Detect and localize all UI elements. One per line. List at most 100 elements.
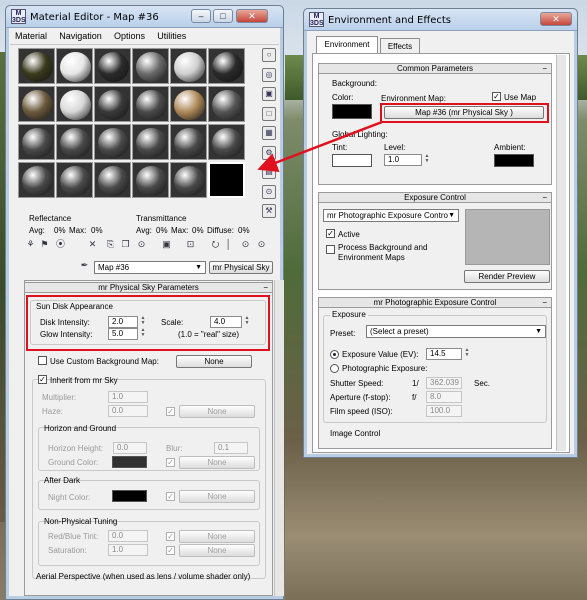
toolbar-icon[interactable]: ⊙ — [135, 238, 148, 251]
sample-slot[interactable] — [94, 48, 131, 84]
menu-navigation[interactable]: Navigation — [54, 29, 107, 43]
active-checkbox[interactable]: ✓ — [326, 229, 335, 238]
exposure-value-spinner[interactable]: ▲ ▼ — [464, 348, 470, 360]
tab-effects[interactable]: Effects — [380, 38, 420, 54]
inherit-checkbox[interactable]: ✓ — [38, 375, 47, 384]
ambient-swatch[interactable] — [494, 154, 534, 167]
sample-slot[interactable] — [18, 86, 55, 122]
toolbar-icon[interactable]: ⭮ — [209, 238, 222, 251]
tint-map-checkbox[interactable]: ✓ — [166, 532, 175, 541]
exposure-type-dropdown[interactable]: mr Photographic Exposure Contro ▼ — [323, 209, 459, 222]
sample-slot[interactable] — [208, 124, 245, 160]
background-color-swatch[interactable] — [332, 104, 372, 119]
side-tool-icon[interactable]: ▤ — [262, 165, 276, 179]
horizon-height-field[interactable]: 0.0 — [113, 442, 147, 454]
mr-exposure-header[interactable]: mr Photographic Exposure Control − — [318, 297, 552, 308]
toolbar-icon[interactable]: ⦿ — [54, 238, 67, 251]
env-titlebar[interactable]: M 3DS Environment and Effects ✕ — [304, 9, 577, 31]
haze-field[interactable]: 0.0 — [108, 405, 148, 417]
sample-slot[interactable] — [208, 86, 245, 122]
map-name-dropdown[interactable]: Map #36 ▼ — [94, 261, 206, 274]
rollout-header[interactable]: mr Physical Sky Parameters − — [24, 282, 273, 293]
sample-slot[interactable] — [132, 86, 169, 122]
side-tool-icon[interactable]: ◎ — [262, 67, 276, 82]
side-tool-icon[interactable]: □ — [262, 106, 276, 121]
map-type-button[interactable]: mr Physical Sky — [209, 261, 273, 274]
menu-utilities[interactable]: Utilities — [152, 29, 191, 43]
menu-options[interactable]: Options — [109, 29, 150, 43]
toolbar-icon[interactable]: ⊙ — [239, 238, 252, 251]
toolbar-icon[interactable]: ▣ — [160, 238, 173, 251]
saturation-map-button[interactable]: None — [179, 544, 255, 557]
toolbar-icon[interactable]: ⊡ — [184, 238, 197, 251]
material-editor-titlebar[interactable]: M 3DS Material Editor - Map #36 – □ ✕ — [6, 6, 283, 28]
custom-bg-map-button[interactable]: None — [176, 355, 252, 368]
shutter-speed-field[interactable]: 362.039 — [426, 377, 462, 389]
multiplier-field[interactable]: 1.0 — [108, 391, 148, 403]
menu-material[interactable]: Material — [10, 29, 52, 43]
tint-swatch[interactable] — [332, 154, 372, 167]
preset-dropdown[interactable]: (Select a preset) ▼ — [366, 325, 546, 338]
sample-slot[interactable] — [170, 162, 207, 198]
minimize-button[interactable]: – — [191, 9, 211, 23]
sample-slot[interactable] — [94, 124, 131, 160]
haze-map-checkbox[interactable]: ✓ — [166, 407, 175, 416]
level-field[interactable]: 1.0 — [384, 154, 422, 166]
ground-map-button[interactable]: None — [179, 456, 255, 469]
eyedropper-icon[interactable]: ✒ — [78, 259, 91, 272]
sample-slot[interactable] — [132, 124, 169, 160]
tint-map-button[interactable]: None — [179, 530, 255, 543]
sample-slot[interactable] — [94, 162, 131, 198]
ground-map-checkbox[interactable]: ✓ — [166, 458, 175, 467]
toolbar-icon[interactable]: │ — [222, 238, 235, 251]
common-params-header[interactable]: Common Parameters − — [318, 63, 552, 74]
red-blue-tint-field[interactable]: 0.0 — [108, 530, 148, 542]
sample-slot[interactable] — [56, 48, 93, 84]
toolbar-icon[interactable]: ✕ — [86, 238, 99, 251]
side-tool-icon[interactable]: ○ — [262, 48, 276, 62]
side-tool-icon[interactable]: ▦ — [262, 126, 276, 140]
haze-map-button[interactable]: None — [179, 405, 255, 418]
blur-field[interactable]: 0.1 — [214, 442, 248, 454]
rollout-scrollbar[interactable] — [274, 280, 284, 596]
sample-slot[interactable] — [18, 48, 55, 84]
toolbar-icon[interactable]: ⊙ — [255, 238, 268, 251]
render-preview-button[interactable]: Render Preview — [464, 270, 550, 283]
sample-slot[interactable] — [208, 48, 245, 84]
exposure-value-field[interactable]: 14.5 — [426, 348, 462, 360]
side-tool-icon[interactable]: ⚙ — [262, 145, 276, 160]
sample-slot[interactable] — [56, 86, 93, 122]
sample-slot[interactable] — [132, 48, 169, 84]
sample-slot[interactable] — [56, 124, 93, 160]
maximize-button[interactable]: □ — [213, 9, 233, 23]
side-tool-icon[interactable]: ⊙ — [262, 184, 276, 199]
level-spinner[interactable]: ▲ ▼ — [424, 154, 430, 166]
close-button[interactable]: ✕ — [236, 9, 268, 23]
sample-slot[interactable] — [18, 124, 55, 160]
env-scrollbar[interactable] — [556, 55, 566, 451]
night-map-checkbox[interactable]: ✓ — [166, 492, 175, 501]
photographic-exposure-radio[interactable] — [330, 364, 339, 373]
sample-slot[interactable] — [170, 86, 207, 122]
sample-slot[interactable] — [170, 48, 207, 84]
side-tool-icon[interactable]: ⚒ — [262, 204, 276, 218]
sample-slot[interactable] — [132, 162, 169, 198]
sample-slot[interactable] — [18, 162, 55, 198]
sample-slot[interactable] — [56, 162, 93, 198]
ground-color-swatch[interactable] — [112, 456, 147, 468]
custom-bg-checkbox[interactable] — [38, 356, 47, 365]
aperture-field[interactable]: 8.0 — [426, 391, 462, 403]
film-speed-field[interactable]: 100.0 — [426, 405, 462, 417]
toolbar-icon[interactable]: ⚑ — [38, 238, 51, 251]
process-bg-checkbox[interactable] — [326, 245, 335, 254]
sample-slot[interactable] — [94, 86, 131, 122]
saturation-field[interactable]: 1.0 — [108, 544, 148, 556]
tab-environment[interactable]: Environment — [316, 36, 378, 54]
sample-slot[interactable] — [170, 124, 207, 160]
use-map-checkbox[interactable]: ✓ — [492, 92, 501, 101]
side-tool-icon[interactable]: ▣ — [262, 87, 276, 101]
saturation-map-checkbox[interactable]: ✓ — [166, 546, 175, 555]
sample-slot[interactable] — [208, 162, 245, 198]
toolbar-icon[interactable]: ⚘ — [24, 238, 37, 251]
toolbar-icon[interactable]: ❐ — [119, 238, 132, 251]
